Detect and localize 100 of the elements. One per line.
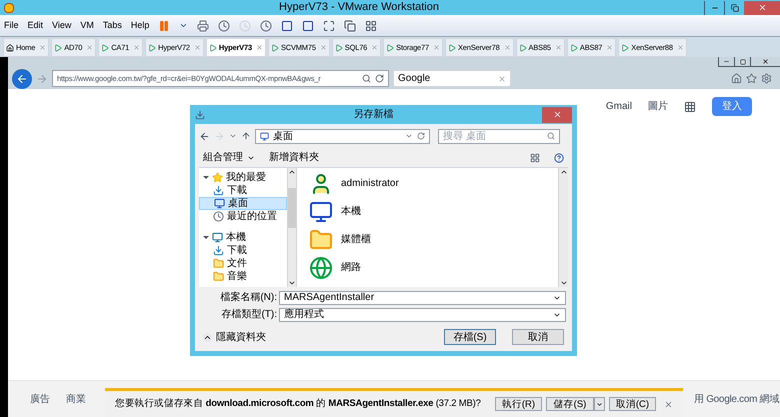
window-title: HyperV73 - VMware Workstation xyxy=(278,0,440,16)
vm-icon xyxy=(518,44,527,52)
help-icon[interactable] xyxy=(554,152,564,162)
refresh-icon[interactable] xyxy=(375,74,384,83)
vm-icon xyxy=(148,44,156,52)
scroll-thumb[interactable] xyxy=(288,188,296,228)
menu-item[interactable]: VM xyxy=(80,18,94,32)
close-tab-icon[interactable] xyxy=(432,44,440,51)
close-tab-icon[interactable] xyxy=(86,44,94,51)
filename-label: 檔案名稱(N): xyxy=(219,290,277,305)
footer-link[interactable]: 商業 xyxy=(66,392,86,406)
vm-icon xyxy=(208,44,217,52)
close-tab-icon[interactable] xyxy=(256,44,263,51)
cancel-button[interactable]: 取消(C) xyxy=(609,397,656,411)
vm-icon xyxy=(386,44,394,52)
tree-item[interactable]: 最近的位置 xyxy=(199,210,287,223)
dropdown-icon xyxy=(405,132,413,140)
maximize-button[interactable] xyxy=(734,57,750,67)
search-icon xyxy=(547,132,555,140)
download-folder-icon xyxy=(213,185,224,196)
close-tab-icon[interactable] xyxy=(498,74,506,82)
minimize-button[interactable] xyxy=(718,57,734,67)
sign-in-button[interactable]: 登入 xyxy=(712,97,752,116)
close-tab-icon[interactable] xyxy=(606,44,614,51)
save-options-button[interactable] xyxy=(594,397,605,411)
filename-field[interactable]: MARSAgentInstaller xyxy=(279,290,566,304)
close-tab-icon[interactable] xyxy=(39,44,46,51)
path-bar[interactable]: 桌面 xyxy=(255,128,430,144)
vm-icon xyxy=(448,44,456,52)
dialog-title: 另存新檔 xyxy=(352,108,394,122)
menu-item[interactable]: File xyxy=(4,18,19,32)
dropdown-icon[interactable] xyxy=(179,21,188,30)
file-type-dropdown[interactable]: 應用程式 xyxy=(279,308,566,322)
google-link[interactable]: Gmail xyxy=(606,99,632,114)
menu-item[interactable]: Edit xyxy=(28,18,44,32)
tree-item[interactable]: 文件 xyxy=(199,257,287,270)
close-tab-icon[interactable] xyxy=(676,44,684,51)
maximize-icon xyxy=(740,58,746,64)
desktop-item[interactable]: 媒體櫃 xyxy=(309,227,558,252)
tree-item[interactable]: 桌面 xyxy=(199,197,287,210)
menu-item[interactable]: View xyxy=(52,18,72,32)
fullscreen-icon[interactable] xyxy=(323,20,336,32)
scroll-up-icon[interactable] xyxy=(288,168,296,176)
vm-icon xyxy=(334,44,343,52)
footer-link[interactable]: 用 Google.com 網域 xyxy=(694,392,779,406)
scroll-down-icon[interactable] xyxy=(560,279,568,287)
view-icon[interactable] xyxy=(530,152,540,162)
browser-tab[interactable]: Google xyxy=(393,70,511,87)
scrollbar[interactable] xyxy=(558,168,568,287)
caret-icon xyxy=(596,400,603,408)
hide-folders-toggle[interactable]: 隱藏資料夾 xyxy=(203,330,266,344)
apps-icon[interactable] xyxy=(684,100,696,112)
close-tab-icon[interactable] xyxy=(194,44,201,51)
pause-icon[interactable] xyxy=(158,20,170,32)
desktop-item[interactable]: administrator xyxy=(309,171,558,196)
up-icon[interactable] xyxy=(241,131,251,141)
minimize-icon xyxy=(723,58,730,65)
close-button[interactable] xyxy=(542,106,572,122)
desktop-item[interactable]: 本機 xyxy=(309,199,558,224)
restore-icon xyxy=(730,4,738,12)
google-link[interactable]: 圖片 xyxy=(648,99,668,114)
close-tab-icon[interactable] xyxy=(554,44,562,51)
vm-icon xyxy=(270,44,279,52)
home-icon xyxy=(6,44,14,52)
close-tab-icon[interactable] xyxy=(371,44,378,51)
close-tab-icon[interactable] xyxy=(504,44,511,51)
tree-node[interactable]: 本機 xyxy=(199,231,287,244)
dialog-button[interactable]: 取消 xyxy=(512,329,564,345)
folder-icon xyxy=(213,258,224,269)
dropdown-icon[interactable] xyxy=(229,132,237,140)
vm-icon xyxy=(621,44,630,52)
settings-icon[interactable] xyxy=(761,73,772,84)
search-icon[interactable] xyxy=(362,74,371,83)
footer-link[interactable]: 廣告 xyxy=(30,392,50,406)
close-button[interactable] xyxy=(750,57,780,67)
run-button[interactable]: 執行(R) xyxy=(495,397,542,411)
desktop-item[interactable]: 網路 xyxy=(309,255,558,280)
menu-item[interactable]: Help xyxy=(130,18,150,32)
back-icon[interactable] xyxy=(199,130,210,142)
back-button[interactable] xyxy=(12,68,32,88)
dialog-button[interactable]: 存檔(S) xyxy=(444,329,496,345)
tree-item[interactable]: 下載 xyxy=(199,184,287,197)
favorites-icon[interactable] xyxy=(746,73,757,84)
scrollbar[interactable] xyxy=(287,168,297,287)
scroll-down-icon[interactable] xyxy=(288,279,296,287)
close-tab-icon[interactable] xyxy=(133,44,140,51)
close-icon[interactable] xyxy=(664,400,673,408)
home-icon[interactable] xyxy=(731,73,742,84)
new-folder-button[interactable]: 新增資料夾 xyxy=(269,150,319,165)
save-button[interactable]: 儲存(S) xyxy=(546,397,594,411)
tree-item[interactable]: 音樂 xyxy=(199,270,287,283)
star-icon xyxy=(212,172,223,183)
scroll-up-icon[interactable] xyxy=(560,168,568,176)
menu-item[interactable]: Tabs xyxy=(102,18,122,32)
tree-item[interactable]: 下載 xyxy=(199,244,287,257)
close-tab-icon[interactable] xyxy=(320,44,327,51)
organize-menu[interactable]: 組合管理 xyxy=(203,150,255,165)
desktop-icon xyxy=(260,132,269,140)
monitor-icon xyxy=(212,232,223,243)
tree-node[interactable]: 我的最愛 xyxy=(199,171,287,184)
